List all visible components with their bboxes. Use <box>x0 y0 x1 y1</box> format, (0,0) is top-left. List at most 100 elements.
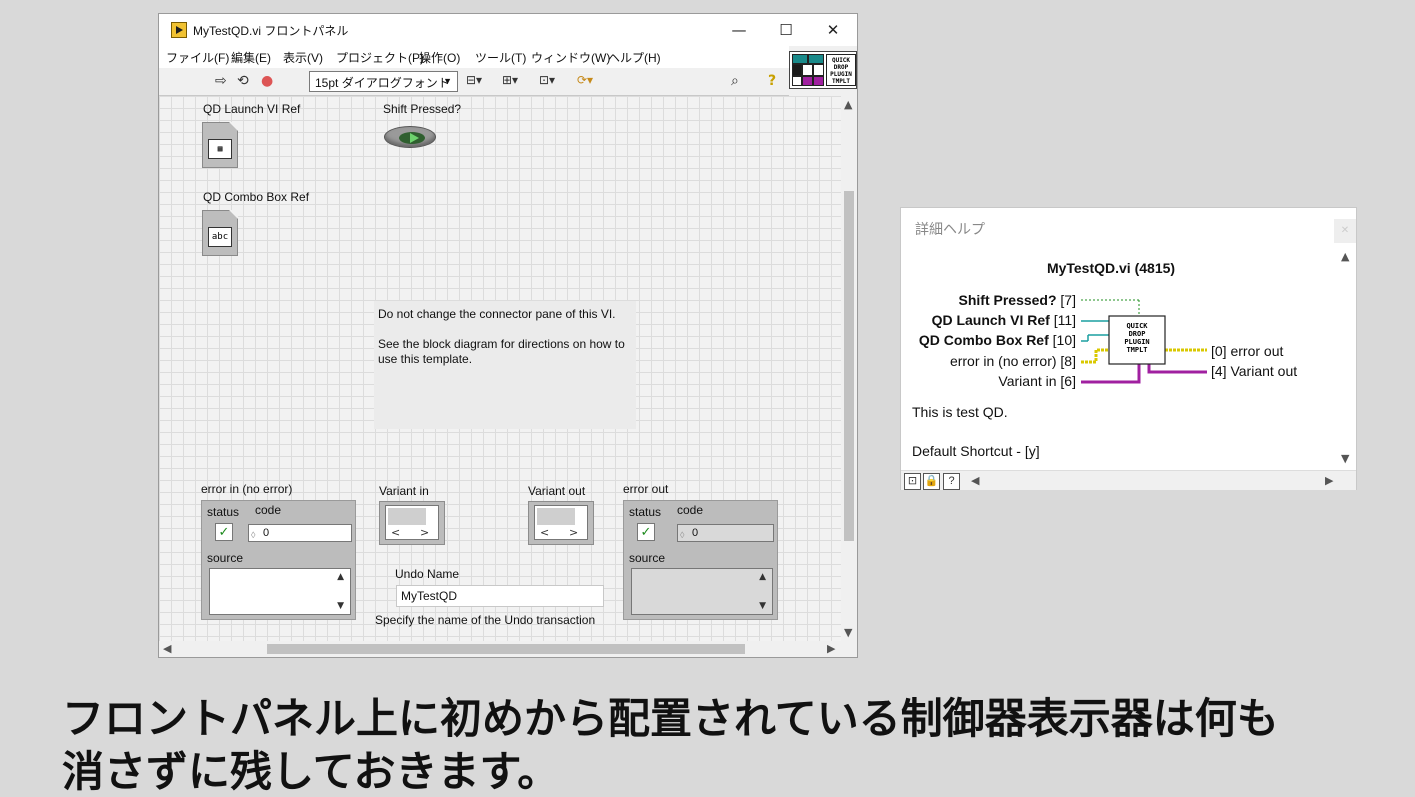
help-window-title: 詳細ヘルプ <box>915 221 985 237</box>
connector-icon-line3: PLUGIN <box>1124 338 1149 346</box>
qd-launch-vi-refnum[interactable]: ▦ <box>202 122 238 168</box>
reorder-icon[interactable]: ⟳▾ <box>577 73 593 87</box>
error-out-status-indicator: ✓ <box>637 523 655 541</box>
horizontal-scrollbar[interactable]: ◀ ▶ <box>159 641 857 657</box>
close-button[interactable]: ✕ <box>813 18 853 42</box>
context-help-window: 詳細ヘルプ ✕ MyTestQD.vi (4815) QUICK DROP PL… <box>900 207 1357 490</box>
menu-view[interactable]: 表示(V) <box>283 49 323 66</box>
note-line-1: Do not change the connector pane of this… <box>378 307 616 321</box>
front-panel-canvas: QD Launch VI Ref ▦ Shift Pressed? QD Com… <box>159 96 841 641</box>
terminal-qd-launch: QD Launch VI Ref [11] <box>931 312 1076 328</box>
window-title: MyTestQD.vi フロントパネル <box>193 24 349 38</box>
scroll-up-icon[interactable]: ▲ <box>337 572 344 582</box>
scroll-left-icon[interactable]: ◀ <box>163 642 171 655</box>
terminal-qd-combo: QD Combo Box Ref [10] <box>918 332 1076 348</box>
error-out-label: error out <box>623 482 669 496</box>
scroll-up-icon[interactable]: ▲ <box>1341 250 1349 263</box>
error-in-code-field[interactable]: ◊ 0 <box>248 524 352 542</box>
play-indicator-icon <box>410 133 419 143</box>
resize-icon[interactable]: ⊡▾ <box>539 73 555 87</box>
qd-launch-label: QD Launch VI Ref <box>203 102 301 116</box>
scroll-down-icon[interactable]: ▼ <box>337 601 344 611</box>
shift-pressed-led <box>384 126 436 148</box>
connector-icon-line2: DROP <box>1129 330 1146 338</box>
combo-refnum-icon: abc <box>208 227 232 247</box>
scroll-down-icon[interactable]: ▼ <box>1341 452 1349 465</box>
labview-vi-icon <box>171 22 187 38</box>
variant-out-upper <box>537 508 575 525</box>
error-out-source-field: ▲ ▼ <box>631 568 773 615</box>
undo-name-field[interactable]: MyTestQD <box>396 585 604 607</box>
chevron-left-icon[interactable]: < <box>540 526 549 539</box>
qd-combo-box-refnum[interactable]: abc <box>202 210 238 256</box>
menu-project[interactable]: プロジェクト(P) <box>336 49 424 66</box>
help-vi-name: MyTestQD.vi (4815) <box>1046 260 1176 276</box>
connector-icon-line1: QUICK <box>1126 322 1148 330</box>
qd-combo-label: QD Combo Box Ref <box>203 190 310 204</box>
chevron-down-icon: ▼ <box>443 76 452 86</box>
variant-out-indicator: < > <box>528 501 594 545</box>
terminal-shift-pressed: Shift Pressed? [7] <box>958 292 1077 308</box>
vertical-scrollbar[interactable]: ▲ ▼ <box>841 96 857 641</box>
chevron-right-icon[interactable]: > <box>420 526 429 539</box>
distribute-icon[interactable]: ⊞▾ <box>502 73 518 87</box>
run-arrow-icon[interactable]: ⇨ <box>215 73 227 89</box>
variant-in-control[interactable]: < > <box>379 501 445 545</box>
menu-window[interactable]: ウィンドウ(W) <box>531 49 610 66</box>
shift-pressed-label: Shift Pressed? <box>383 102 462 116</box>
scroll-down-icon[interactable]: ▼ <box>759 601 766 611</box>
title-bar[interactable]: MyTestQD.vi フロントパネル — ☐ ✕ <box>159 14 857 46</box>
scroll-down-icon[interactable]: ▼ <box>844 626 852 639</box>
error-out-source-label: source <box>629 551 666 565</box>
menu-tools[interactable]: ツール(T) <box>475 49 526 66</box>
undo-hint-label: Specify the name of the Undo transaction <box>375 613 596 627</box>
minimize-button[interactable]: — <box>719 18 759 42</box>
run-continuously-icon[interactable]: ⟲ <box>237 73 249 89</box>
front-panel-window: MyTestQD.vi フロントパネル — ☐ ✕ ファイル(F) 編集(E) … <box>158 13 858 658</box>
chevron-left-icon[interactable]: < <box>391 526 400 539</box>
scroll-right-icon[interactable]: ▶ <box>1325 474 1333 487</box>
font-dropdown[interactable]: 15pt ダイアログフォント ▼ <box>309 71 458 92</box>
font-dropdown-value: 15pt ダイアログフォント <box>315 76 450 90</box>
error-in-source-field[interactable]: ▲ ▼ <box>209 568 351 615</box>
note-line-2: See the block diagram for directions on … <box>378 337 625 366</box>
scroll-up-icon[interactable]: ▲ <box>844 98 852 111</box>
abort-icon[interactable]: ● <box>261 73 273 89</box>
error-in-status-checkbox[interactable]: ✓ <box>215 523 233 541</box>
vertical-scroll-thumb[interactable] <box>844 191 854 541</box>
help-icon[interactable]: ? <box>768 73 776 89</box>
lock-icon[interactable]: 🔒 <box>923 473 940 490</box>
error-in-label: error in (no error) <box>201 482 293 496</box>
menu-file[interactable]: ファイル(F) <box>166 49 229 66</box>
error-out-code-label: code <box>677 503 704 517</box>
chevron-right-icon[interactable]: > <box>569 526 578 539</box>
error-in-status-label: status <box>207 505 240 519</box>
menu-help[interactable]: ヘルプ(H) <box>608 49 661 66</box>
quickdrop-plugin-icon-text: QUICK DROP PLUGIN TMPLT <box>826 54 856 86</box>
terminal-variant-out: [4] Variant out <box>1211 363 1298 379</box>
menu-operate[interactable]: 操作(O) <box>419 49 460 66</box>
scroll-right-icon[interactable]: ▶ <box>827 642 835 655</box>
scroll-up-icon[interactable]: ▲ <box>759 572 766 582</box>
menu-edit[interactable]: 編集(E) <box>231 49 271 66</box>
template-note: Do not change the connector pane of this… <box>374 301 636 429</box>
show-optional-terminals-icon[interactable]: ⊡ <box>904 473 921 490</box>
close-icon[interactable]: ✕ <box>1334 219 1356 243</box>
scroll-left-icon[interactable]: ◀ <box>971 474 979 487</box>
error-out-cluster: status code ✓ ◊ 0 source ▲ ▼ <box>623 500 778 620</box>
variant-in-label: Variant in <box>379 484 429 498</box>
help-vertical-scrollbar[interactable]: ▲ ▼ <box>1338 246 1356 468</box>
connector-pane-icon[interactable]: QUICK DROP PLUGIN TMPLT <box>789 51 857 89</box>
maximize-button[interactable]: ☐ <box>766 18 806 42</box>
terminal-error-out: [0] error out <box>1211 343 1284 359</box>
undo-name-label: Undo Name <box>395 567 460 581</box>
error-in-code-label: code <box>255 503 282 517</box>
horizontal-scroll-thumb[interactable] <box>267 644 745 654</box>
menu-bar: ファイル(F) 編集(E) 表示(V) プロジェクト(P) 操作(O) ツール(… <box>159 46 789 68</box>
detailed-help-icon[interactable]: ? <box>943 473 960 490</box>
help-description: This is test QD. <box>912 404 1008 420</box>
align-icon[interactable]: ⊟▾ <box>466 73 482 87</box>
increment-icon[interactable]: ◊ <box>251 527 255 543</box>
error-out-code-value: 0 <box>692 527 699 539</box>
search-icon[interactable]: ⌕ <box>731 73 739 89</box>
